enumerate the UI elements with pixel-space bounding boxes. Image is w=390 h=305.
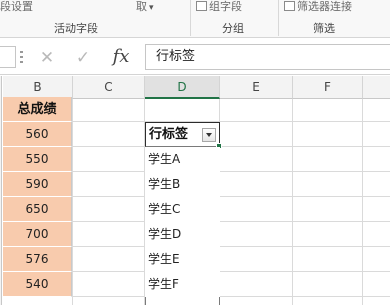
row-header-strip (0, 76, 2, 305)
column-header-d[interactable]: D (145, 76, 220, 99)
worksheet-grid[interactable]: 总成绩 560 550 590 650 700 576 540 行标签 学生A … (3, 97, 390, 305)
score-header-cell[interactable]: 总成绩 (3, 97, 72, 122)
filter-dropdown-icon[interactable] (202, 128, 216, 142)
collapse-field-button[interactable]: 取 ▾ (136, 0, 154, 14)
score-cell[interactable]: 550 (3, 147, 72, 172)
score-cell[interactable]: 590 (3, 172, 72, 197)
group-label-filter: 筛选 (313, 22, 335, 35)
score-cell[interactable]: 700 (3, 222, 72, 247)
cancel-icon[interactable]: ✕ (36, 48, 58, 68)
ribbon: 段设置 活动字段 取 ▾ 组字段 分组 筛选器连接 筛选 (0, 0, 390, 38)
score-cell[interactable]: 540 (3, 272, 72, 297)
pivot-item[interactable]: 学生B (145, 172, 220, 197)
name-box[interactable] (0, 46, 16, 68)
score-cell[interactable]: 560 (3, 122, 72, 147)
group-field-icon (196, 1, 207, 11)
ribbon-separator (278, 0, 279, 36)
dropdown-arrow-icon: ▾ (149, 3, 154, 13)
pivot-item[interactable]: 学生A (145, 147, 220, 172)
score-cell[interactable]: 650 (3, 197, 72, 222)
column-header-b[interactable]: B (3, 76, 73, 99)
pivot-header-label: 行标签 (149, 127, 189, 142)
pivot-item[interactable]: 学生E (145, 247, 220, 272)
pivot-item[interactable]: 学生C (145, 197, 220, 222)
field-settings-button[interactable]: 段设置 (0, 0, 33, 14)
pivot-item[interactable]: 学生F (145, 272, 220, 297)
column-header-f[interactable]: F (293, 76, 363, 99)
formula-input[interactable]: 行标签 (145, 44, 390, 70)
pivot-row-labels-header[interactable]: 行标签 (145, 122, 220, 147)
column-header-next[interactable] (363, 76, 390, 99)
column-header-e[interactable]: E (220, 76, 293, 99)
group-label-active-field: 活动字段 (54, 22, 98, 35)
score-cell[interactable]: 576 (3, 247, 72, 272)
pivot-item[interactable]: 学生D (145, 222, 220, 247)
filter-connections-button[interactable]: 筛选器连接 (284, 0, 352, 14)
insert-function-button[interactable]: fx (108, 45, 134, 69)
group-label-group: 分组 (222, 22, 244, 35)
filter-connections-icon (284, 1, 295, 11)
ribbon-separator (190, 0, 191, 36)
resize-handle[interactable] (20, 51, 23, 63)
formula-bar: ✕ ✓ fx 行标签 (0, 39, 390, 75)
group-field-button[interactable]: 组字段 (196, 0, 242, 14)
column-header-c[interactable]: C (73, 76, 145, 99)
enter-icon[interactable]: ✓ (72, 48, 94, 68)
